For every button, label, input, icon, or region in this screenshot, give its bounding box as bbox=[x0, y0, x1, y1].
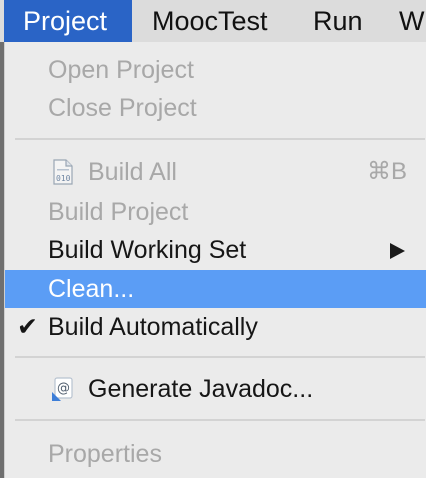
binary-file-icon: 010 bbox=[51, 159, 75, 185]
menu-bar: Project MoocTest Run W bbox=[0, 0, 426, 42]
menu-item-build-project[interactable]: Build Project bbox=[5, 193, 426, 231]
javadoc-icon: @ bbox=[51, 376, 75, 402]
menubar-mooctest[interactable]: MoocTest bbox=[152, 0, 268, 42]
project-menu-dropdown: Open Project Close Project 010 Build All… bbox=[4, 42, 426, 478]
menu-item-label: Properties bbox=[48, 440, 162, 468]
menu-item-label: Open Project bbox=[48, 56, 194, 84]
menubar-project[interactable]: Project bbox=[4, 0, 132, 42]
menu-item-build-automatically[interactable]: ✔ Build Automatically bbox=[5, 308, 426, 346]
menu-item-label: Close Project bbox=[48, 94, 197, 122]
menu-item-label: Build Automatically bbox=[48, 313, 258, 341]
menu-item-label: Generate Javadoc... bbox=[88, 375, 314, 403]
menu-item-properties[interactable]: Properties bbox=[5, 435, 426, 473]
menubar-run[interactable]: Run bbox=[313, 0, 363, 42]
submenu-arrow-icon bbox=[390, 243, 405, 259]
menu-item-build-working-set[interactable]: Build Working Set bbox=[5, 231, 426, 269]
menu-item-clean[interactable]: Clean... bbox=[5, 270, 426, 308]
menu-item-build-all[interactable]: 010 Build All ⌘B bbox=[5, 153, 426, 191]
menu-item-close-project[interactable]: Close Project bbox=[5, 89, 426, 127]
checkmark-icon: ✔ bbox=[17, 313, 38, 341]
menu-separator bbox=[15, 419, 425, 421]
menu-separator bbox=[15, 138, 425, 140]
shortcut-label: ⌘B bbox=[366, 158, 407, 185]
menubar-window[interactable]: W bbox=[399, 0, 424, 42]
menu-separator bbox=[15, 356, 425, 358]
menu-item-open-project[interactable]: Open Project bbox=[5, 51, 426, 89]
menu-item-label: Build All bbox=[88, 158, 177, 186]
menu-item-generate-javadoc[interactable]: @ Generate Javadoc... bbox=[5, 370, 426, 408]
menu-item-label: Build Working Set bbox=[48, 236, 247, 264]
menu-item-label: Build Project bbox=[48, 198, 189, 226]
svg-text:010: 010 bbox=[56, 174, 71, 183]
menu-item-label: Clean... bbox=[48, 275, 135, 303]
svg-text:@: @ bbox=[57, 381, 70, 396]
